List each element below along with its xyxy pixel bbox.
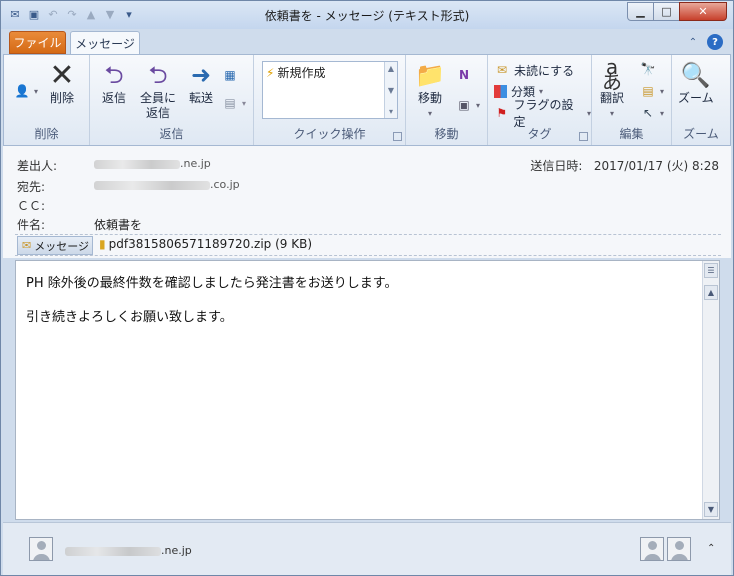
actions-icon: ▣	[458, 98, 470, 112]
reply-icon: ⮌	[104, 60, 124, 89]
cc-label: ＣＣ:	[17, 199, 46, 213]
group-move: 📁 移動 ▾ N ▣ ▾ 移動	[406, 55, 488, 145]
calendar-icon: ▦	[224, 68, 236, 82]
more-icon: ▤	[224, 96, 236, 110]
subject-label: 件名:	[17, 218, 46, 232]
redacted-text	[65, 546, 161, 556]
redacted-text	[94, 180, 210, 190]
contact-avatar-2[interactable]	[667, 537, 691, 561]
from-label: 差出人:	[17, 159, 58, 173]
message-body[interactable]: PH 除外後の最終件数を確認しましたら発注書をお送りします。 引き続きよろしくお…	[15, 260, 720, 520]
related-icon: ▤	[642, 84, 654, 98]
zoom-button[interactable]: 🔍 ズーム	[678, 59, 714, 106]
cursor-icon: ↖	[642, 106, 654, 120]
collapse-ribbon-icon[interactable]: ⌃	[685, 34, 701, 50]
ignore-button[interactable]: 👤 ▾	[14, 81, 39, 101]
meeting-button[interactable]: ▦	[222, 65, 238, 85]
zip-file-icon: ▮	[99, 237, 106, 251]
to-label: 宛先:	[17, 180, 46, 194]
sender-address[interactable]: .ne.jp	[65, 544, 192, 557]
subject-value: 依頼書を	[94, 218, 143, 232]
scroll-toggle-icon[interactable]: ☰	[704, 263, 718, 278]
close-button[interactable]: ✕	[679, 2, 727, 21]
reply-all-button[interactable]: ⮌ 全員に 返信	[140, 59, 176, 121]
forward-button[interactable]: ➜ 転送	[185, 59, 217, 106]
binoculars-icon: 🔭	[640, 62, 656, 76]
scroll-up-button[interactable]: ▲	[704, 285, 718, 300]
from-value[interactable]: .ne.jp	[94, 157, 211, 170]
tab-message[interactable]: メッセージ	[70, 31, 140, 55]
category-icon	[494, 84, 507, 98]
window-title: 依頼書を - メッセージ (テキスト形式)	[264, 9, 470, 23]
minimize-button[interactable]: ▁	[627, 2, 654, 21]
attachment-file[interactable]: ▮ pdf3815806571189720.zip (9 KB)	[99, 237, 312, 251]
body-text: PH 除外後の最終件数を確認しましたら発注書をお送りします。 引き続きよろしくお…	[26, 276, 398, 325]
lightning-icon: ⚡	[266, 65, 275, 80]
magnifier-icon: 🔍	[680, 60, 711, 89]
group-respond: ⮌ 返信 ⮌ 全員に 返信 ➜ 転送 ▦ ▤ ▾ 返信	[90, 55, 254, 145]
ribbon-tabs: ファイル メッセージ ⌃ ?	[1, 29, 733, 55]
quick-steps-gallery[interactable]: ⚡ 新規作成 ▲ ▼ ▾	[262, 61, 398, 119]
delete-button[interactable]: ✕ 削除	[46, 59, 78, 106]
group-delete: 👤 ▾ ✕ 削除 削除	[4, 55, 90, 145]
gallery-scrollbar[interactable]: ▲ ▼ ▾	[384, 62, 397, 118]
redacted-text	[94, 159, 180, 169]
sent-datetime: 送信日時: 2017/01/17 (火) 8:28	[530, 159, 719, 173]
mark-unread-button[interactable]: ✉ 未読にする	[494, 60, 574, 80]
translate-icon: aあ	[602, 55, 622, 94]
to-value[interactable]: .co.jp	[94, 178, 240, 191]
onenote-button[interactable]: N	[456, 65, 472, 85]
envelope-icon: ✉	[496, 63, 508, 77]
forward-icon: ➜	[190, 60, 212, 89]
delete-x-icon: ✕	[49, 57, 75, 93]
group-quick-steps: ⚡ 新規作成 ▲ ▼ ▾ クイック操作	[254, 55, 406, 145]
group-edit: aあ 翻訳 ▾ 🔭 ▤ ▾ ↖ ▾ 編集	[592, 55, 672, 145]
people-icon: 👤	[14, 84, 30, 98]
tags-launcher-icon[interactable]	[579, 132, 588, 141]
reply-all-icon: ⮌	[148, 60, 168, 89]
message-tab-button[interactable]: ✉ メッセージ	[17, 236, 93, 255]
maximize-button[interactable]: □	[653, 2, 680, 21]
body-scrollbar[interactable]: ☰ ▲ ▼	[702, 261, 719, 519]
move-button[interactable]: 📁 移動 ▾	[414, 59, 446, 121]
related-button[interactable]: ▤ ▾	[640, 81, 664, 101]
more-respond-button[interactable]: ▤ ▾	[222, 93, 246, 113]
find-button[interactable]: 🔭	[640, 59, 656, 79]
dialog-launcher-icon[interactable]	[393, 132, 402, 141]
attachment-bar: ✉ メッセージ ▮ pdf3815806571189720.zip (9 KB)	[15, 234, 721, 256]
help-icon[interactable]: ?	[707, 34, 723, 50]
reply-button[interactable]: ⮌ 返信	[98, 59, 130, 106]
folder-icon: 📁	[415, 60, 445, 89]
title-bar: ✉ ▣ ↶ ↷ ▲ ▼ ▾ 依頼書を - メッセージ (テキスト形式) ▁ □ …	[1, 1, 733, 29]
flag-icon: ⚑	[496, 106, 508, 120]
sender-avatar[interactable]	[29, 537, 53, 561]
group-tags: ✉ 未読にする 分類 ▾ ⚑ フラグの設定 ▾ タグ	[488, 55, 592, 145]
envelope-icon: ✉	[22, 239, 32, 252]
follow-up-button[interactable]: ⚑ フラグの設定 ▾	[494, 98, 591, 129]
actions-button[interactable]: ▣ ▾	[456, 95, 480, 115]
select-button[interactable]: ↖ ▾	[640, 103, 664, 123]
expand-pane-icon[interactable]: ⌃	[707, 543, 715, 554]
message-header: 差出人: .ne.jp 送信日時: 2017/01/17 (火) 8:28 宛先…	[3, 146, 731, 258]
message-window: ✉ ▣ ↶ ↷ ▲ ▼ ▾ 依頼書を - メッセージ (テキスト形式) ▁ □ …	[0, 0, 734, 576]
contact-avatar-1[interactable]	[640, 537, 664, 561]
tab-file[interactable]: ファイル	[9, 31, 66, 54]
people-pane: .ne.jp ⌃	[3, 522, 731, 575]
scroll-down-button[interactable]: ▼	[704, 502, 718, 517]
onenote-icon: N	[458, 68, 470, 82]
ribbon: 👤 ▾ ✕ 削除 削除 ⮌ 返信 ⮌ 全員に 返信 ➜ 転送 ▦ ▤ ▾ 返信 …	[3, 54, 731, 146]
translate-button[interactable]: aあ 翻訳 ▾	[596, 55, 628, 121]
group-zoom: 🔍 ズーム ズーム	[678, 59, 719, 142]
quick-step-new[interactable]: ⚡ 新規作成	[266, 64, 325, 81]
